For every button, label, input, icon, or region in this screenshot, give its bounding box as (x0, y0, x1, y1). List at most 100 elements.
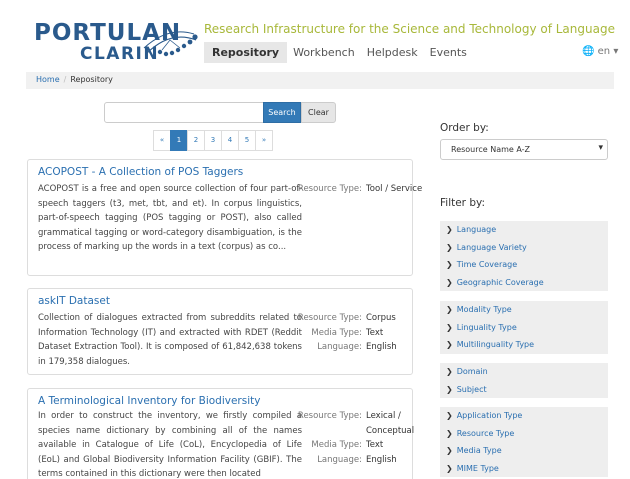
filter-domain[interactable]: ❯ Domain (440, 363, 608, 381)
filter-label-text: Media Type (456, 446, 502, 455)
meta-label: Media Type: (311, 327, 362, 338)
language-code: en (597, 46, 611, 57)
meta-row: Media Type: Text (286, 438, 414, 453)
meta-value: Text (366, 327, 384, 338)
filter-label-text: Resource Type (456, 428, 515, 438)
filter-group: ❯ Domain ❯ Subject (440, 363, 608, 398)
result-description: In order to construct the inventory, we … (38, 411, 302, 479)
select-arrow-icon: ▾ (598, 143, 603, 153)
result-meta: Resource Type: Tool / Service (286, 182, 422, 197)
filter-label-text: Language (456, 225, 497, 234)
meta-value: English (366, 454, 397, 465)
chevron-right-icon: ❯ (446, 463, 453, 473)
breadcrumb-separator: / (63, 75, 67, 84)
meta-value: Corpus (366, 313, 396, 323)
meta-row: Resource Type: Lexical / (286, 409, 414, 424)
meta-row: Language: English (286, 453, 414, 468)
chevron-right-icon: ❯ (446, 322, 453, 332)
meta-value: Tool / Service (366, 184, 423, 194)
filter-label-text: Modality Type (456, 305, 512, 314)
chevron-right-icon: ❯ (446, 446, 453, 455)
chevron-right-icon: ❯ (446, 242, 453, 252)
page-2[interactable]: 2 (187, 130, 205, 151)
meta-row: Conceptual (286, 424, 414, 439)
page-1[interactable]: 1 (170, 130, 188, 151)
meta-label (286, 424, 366, 439)
filter-language-variety[interactable]: ❯ Language Variety (440, 239, 608, 257)
nav-repository[interactable]: Repository (204, 42, 288, 63)
filter-group: ❯ Language ❯ Language Variety ❯ Time Covera… (440, 221, 608, 291)
filter-multilinguality-type[interactable]: ❯ Multilinguality Type (440, 336, 608, 354)
filter-linguality-type[interactable]: ❯ Linguality Type (440, 319, 608, 337)
clear-button[interactable]: Clear (301, 102, 336, 123)
chevron-right-icon: ❯ (446, 428, 453, 438)
chevron-right-icon: ❯ (446, 305, 453, 314)
filter-label-text: Linguality Type (456, 322, 517, 332)
result-description: Collection of dialogues extracted from s… (38, 313, 302, 367)
page-next[interactable]: » (255, 130, 273, 151)
order-by-label: Order by: (440, 122, 489, 134)
meta-value: Conceptual (366, 425, 415, 436)
language-selector[interactable]: 🌐 en ▾ (582, 46, 618, 57)
result-card: ACOPOST - A Collection of POS Taggers AC… (27, 159, 422, 276)
search-input[interactable] (104, 102, 264, 123)
page-5[interactable]: 5 (238, 130, 256, 151)
filter-group: ❯ Application Type ❯ Resource Type ❯ Media … (440, 407, 608, 477)
filter-label-text: Domain (456, 367, 488, 376)
result-meta: Resource Type: Lexical / Conceptual Medi… (286, 409, 414, 467)
filter-geographic-coverage[interactable]: ❯ Geographic Coverage (440, 274, 608, 292)
meta-value: Lexical / (366, 411, 401, 421)
filter-resource-type[interactable]: ❯ Resource Type (440, 425, 608, 443)
filter-language[interactable]: ❯ Language (440, 221, 608, 239)
nav-events[interactable]: Events (424, 44, 473, 63)
chevron-right-icon: ❯ (446, 277, 453, 287)
result-meta: Resource Type: Corpus Media Type: Text L… (286, 311, 397, 355)
filter-group: ❯ Modality Type ❯ Linguality Type ❯ Multili… (440, 301, 608, 354)
filter-time-coverage[interactable]: ❯ Time Coverage (440, 256, 608, 274)
page-4[interactable]: 4 (221, 130, 239, 151)
caret-down-icon: ▾ (613, 46, 619, 57)
filter-label-text: MIME Type (456, 463, 499, 473)
page-prev[interactable]: « (153, 130, 171, 151)
result-title[interactable]: A Terminological Inventory for Biodivers… (38, 395, 260, 407)
main-nav: Repository Workbench Helpdesk Events (204, 42, 473, 63)
result-title[interactable]: askIT Dataset (38, 295, 110, 307)
filter-modality-type[interactable]: ❯ Modality Type (440, 301, 608, 319)
filter-application-type[interactable]: ❯ Application Type (440, 407, 608, 425)
filter-mime-type[interactable]: ❯ MIME Type (440, 460, 608, 478)
chevron-right-icon: ❯ (446, 367, 453, 376)
meta-label: Language: (317, 342, 362, 353)
meta-value: English (366, 342, 397, 353)
result-card: A Terminological Inventory for Biodivers… (27, 388, 414, 479)
meta-row: Resource Type: Tool / Service (286, 182, 422, 197)
order-by-value: Resource Name A-Z (451, 145, 531, 154)
breadcrumb-home[interactable]: Home (36, 75, 60, 84)
chevron-right-icon: ❯ (446, 260, 453, 269)
result-title[interactable]: ACOPOST - A Collection of POS Taggers (38, 166, 243, 178)
meta-value: Text (366, 440, 384, 451)
filter-subject[interactable]: ❯ Subject (440, 381, 608, 399)
chevron-right-icon: ❯ (446, 225, 453, 234)
nav-workbench[interactable]: Workbench (287, 44, 361, 63)
meta-row: Language: English (286, 340, 397, 355)
meta-label: Language: (317, 454, 362, 465)
network-icon (143, 31, 198, 57)
chevron-right-icon: ❯ (446, 384, 453, 394)
meta-label: Resource Type: (297, 313, 362, 323)
globe-icon: 🌐 (582, 46, 595, 57)
filter-by-label: Filter by: (440, 197, 485, 209)
filter-media-type[interactable]: ❯ Media Type (440, 442, 608, 460)
order-by-select[interactable]: Resource Name A-Z ▾ (440, 139, 608, 160)
site-header: PORTULAN CLARIN Research Infrastructure … (0, 0, 630, 72)
meta-label: Media Type: (311, 440, 362, 451)
filter-label-text: Language Variety (456, 242, 527, 252)
site-tagline: Research Infrastructure for the Science … (204, 22, 615, 36)
search-button[interactable]: Search (263, 102, 301, 123)
filter-label-text: Subject (456, 384, 487, 394)
page-3[interactable]: 3 (204, 130, 222, 151)
nav-helpdesk[interactable]: Helpdesk (361, 44, 424, 63)
meta-label: Resource Type: (297, 184, 362, 194)
portulan-clarin-logo[interactable]: PORTULAN CLARIN (34, 20, 204, 70)
filter-label-text: Multilinguality Type (456, 340, 535, 349)
result-description: ACOPOST is a free and open source collec… (38, 184, 302, 253)
